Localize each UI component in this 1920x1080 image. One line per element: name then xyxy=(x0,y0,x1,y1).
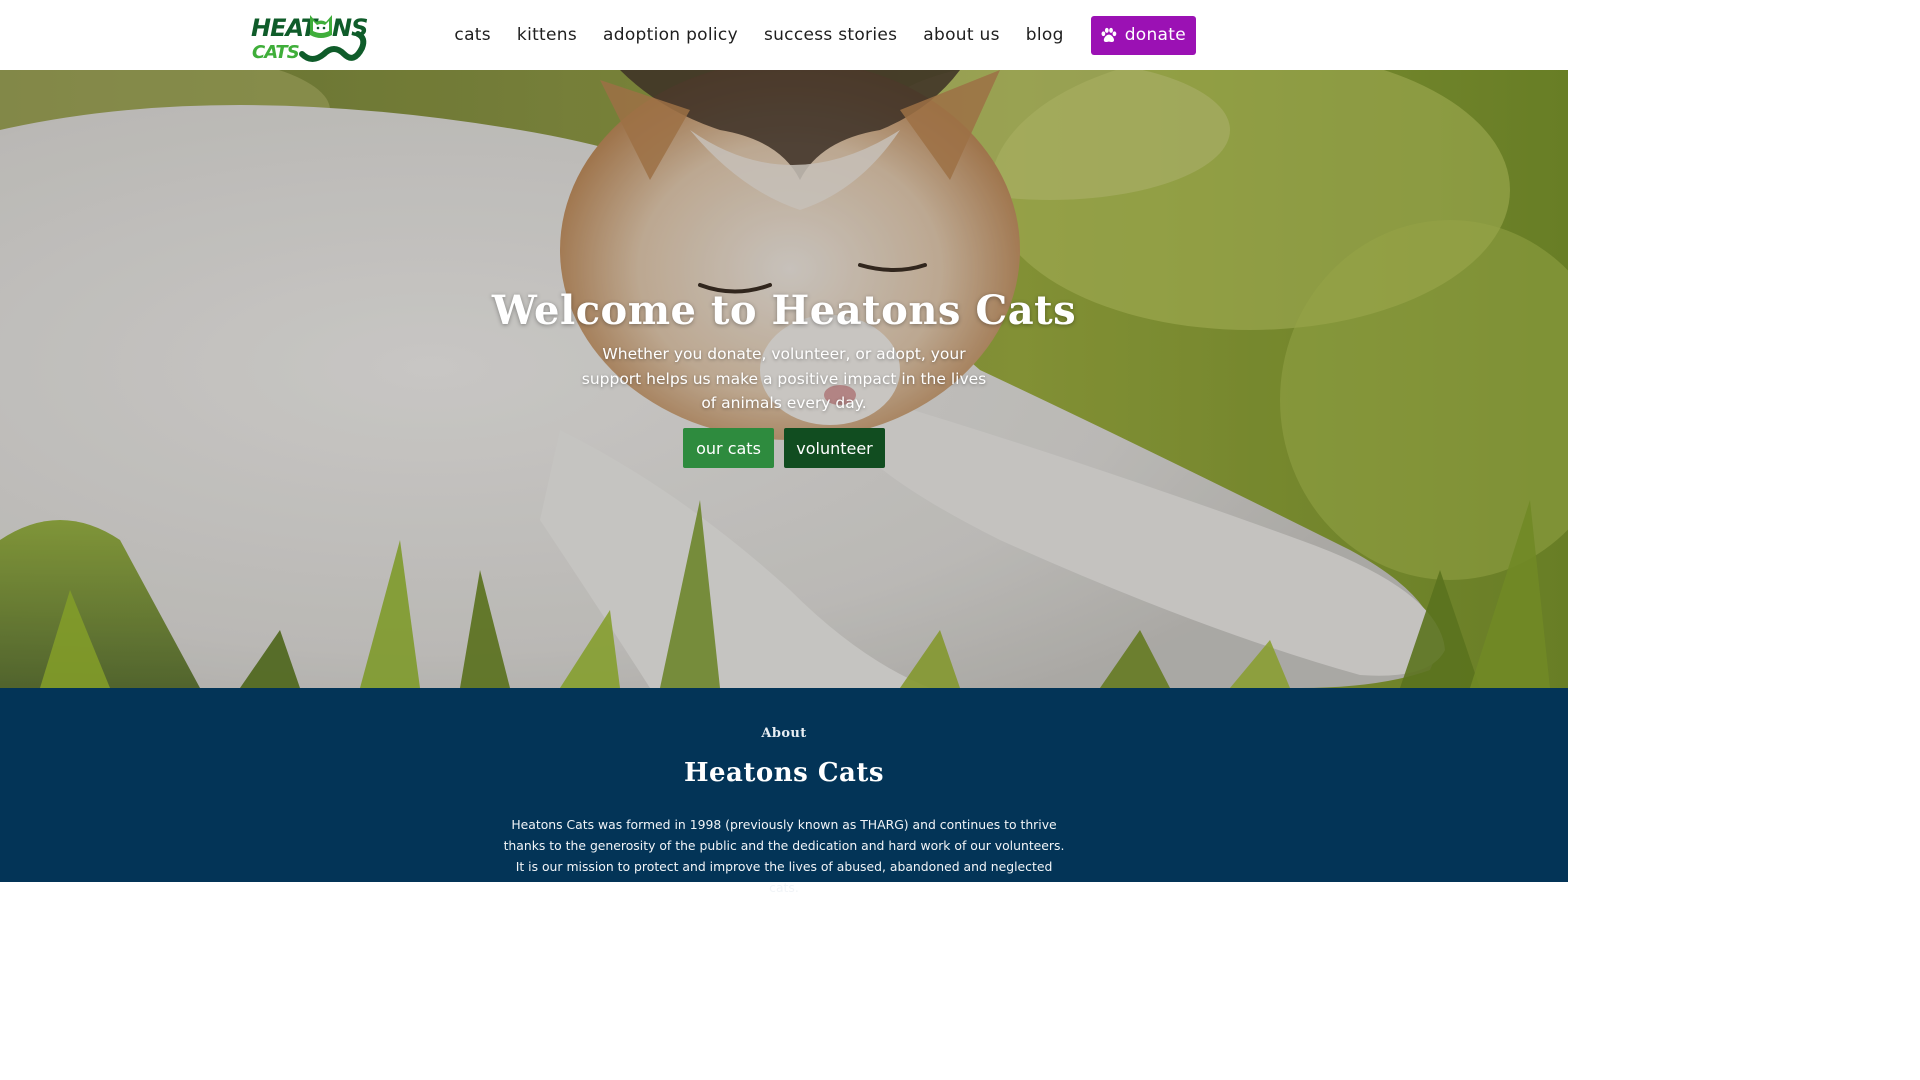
volunteer-button[interactable]: volunteer xyxy=(784,428,885,468)
main-nav: cats kittens adoption policy success sto… xyxy=(454,0,1196,70)
nav-link-cats[interactable]: cats xyxy=(454,25,491,45)
our-cats-button[interactable]: our cats xyxy=(683,428,774,468)
site-logo[interactable]: HEAT NS CATS xyxy=(250,8,368,64)
site-header: HEAT NS CATS cats kittens adoption polic… xyxy=(0,0,1568,70)
nav-link-adoption-policy[interactable]: adoption policy xyxy=(603,25,738,45)
nav-link-success-stories[interactable]: success stories xyxy=(764,25,897,45)
donate-button-label: donate xyxy=(1124,25,1186,45)
nav-link-kittens[interactable]: kittens xyxy=(517,25,577,45)
donate-button[interactable]: donate xyxy=(1090,15,1196,55)
hero-buttons: our cats volunteer xyxy=(683,428,885,468)
hero-section: Welcome to Heatons Cats Whether you dona… xyxy=(0,70,1568,688)
about-eyebrow: About xyxy=(761,726,807,741)
paw-icon xyxy=(1101,27,1117,42)
heatons-cats-logo-image: HEAT NS CATS xyxy=(251,14,368,63)
nav-link-blog[interactable]: blog xyxy=(1026,25,1064,45)
nav-link-about-us[interactable]: about us xyxy=(923,25,999,45)
about-description: Heatons Cats was formed in 1998 (previou… xyxy=(503,817,1065,895)
logo-wordmark-heat: HEAT xyxy=(251,14,319,42)
hero-subtitle: Whether you donate, volunteer, or adopt,… xyxy=(581,345,987,412)
about-section: About Heatons Cats Heatons Cats was form… xyxy=(0,688,1568,895)
logo-wordmark-cats: CATS xyxy=(252,42,299,63)
about-title: Heatons Cats xyxy=(683,758,885,788)
hero-title: Welcome to Heatons Cats xyxy=(491,287,1077,334)
